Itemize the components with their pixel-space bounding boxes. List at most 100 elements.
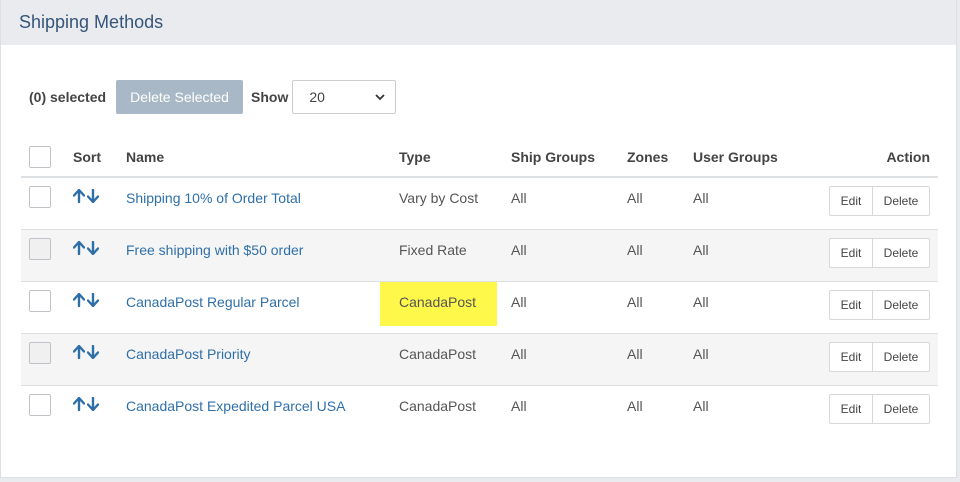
ship-groups-cell: All xyxy=(511,176,627,229)
sort-cell xyxy=(73,280,126,333)
arrow-up-icon[interactable] xyxy=(73,189,85,203)
panel-header: Shipping Methods xyxy=(1,0,956,45)
method-name-link[interactable]: Free shipping with $50 order xyxy=(126,242,303,258)
page-size-select[interactable]: 20 xyxy=(292,80,397,114)
sort-cell xyxy=(73,228,126,281)
page-size-value: 20 xyxy=(309,89,325,105)
select-all-cell xyxy=(21,137,73,178)
user-groups-cell: All xyxy=(693,384,813,437)
ship-groups-cell: All xyxy=(511,228,627,281)
row-select-cell xyxy=(21,384,73,437)
action-cell: Edit Delete xyxy=(813,280,938,333)
edit-button[interactable]: Edit xyxy=(830,394,873,423)
arrow-down-icon[interactable] xyxy=(87,189,99,203)
column-header-user-groups: User Groups xyxy=(693,137,813,178)
row-checkbox[interactable] xyxy=(29,186,51,208)
column-header-sort: Sort xyxy=(73,137,126,178)
zones-cell: All xyxy=(627,384,693,437)
table-row: CanadaPost Expedited Parcel USA CanadaPo… xyxy=(21,384,938,437)
arrow-up-icon[interactable] xyxy=(73,292,85,307)
arrow-up-icon[interactable] xyxy=(73,240,85,255)
table-row: Shipping 10% of Order Total Vary by Cost… xyxy=(21,176,938,229)
name-cell: CanadaPost Expedited Parcel USA xyxy=(126,384,399,437)
highlighted-type: CanadaPost xyxy=(380,281,498,326)
type-cell: Fixed Rate xyxy=(399,228,511,281)
zones-cell: All xyxy=(627,176,693,229)
arrow-down-icon[interactable] xyxy=(87,344,99,359)
action-cell: Edit Delete xyxy=(813,332,938,385)
sort-cell xyxy=(73,332,126,385)
select-all-checkbox[interactable] xyxy=(29,145,51,168)
row-select-cell xyxy=(21,280,73,333)
toolbar: (0) selected Delete Selected Show 20 xyxy=(29,80,397,114)
table-row: Free shipping with $50 order Fixed Rate … xyxy=(21,228,938,281)
page-title: Shipping Methods xyxy=(19,12,164,32)
column-header-zones: Zones xyxy=(627,137,693,178)
table-header-row: Sort Name Type Ship Groups Zones User Gr… xyxy=(21,137,938,178)
action-button-group: Edit Delete xyxy=(829,289,930,320)
sort-cell xyxy=(73,384,126,437)
edit-button[interactable]: Edit xyxy=(830,187,873,215)
action-button-group: Edit Delete xyxy=(829,237,930,268)
delete-button[interactable]: Delete xyxy=(873,239,929,267)
zones-cell: All xyxy=(627,280,693,333)
row-select-cell xyxy=(21,176,73,229)
delete-button[interactable]: Delete xyxy=(873,343,929,371)
edit-button[interactable]: Edit xyxy=(830,238,873,267)
table-row: CanadaPost Regular Parcel CanadaPost All… xyxy=(21,280,938,333)
row-checkbox[interactable] xyxy=(29,393,51,416)
action-cell: Edit Delete xyxy=(813,384,938,437)
method-name-link[interactable]: CanadaPost Priority xyxy=(126,346,251,362)
arrow-down-icon[interactable] xyxy=(87,396,99,411)
arrow-down-icon[interactable] xyxy=(87,240,99,255)
type-cell: Vary by Cost xyxy=(399,176,511,229)
action-cell: Edit Delete xyxy=(813,228,938,281)
action-cell: Edit Delete xyxy=(813,176,938,229)
user-groups-cell: All xyxy=(693,176,813,229)
method-name-link[interactable]: Shipping 10% of Order Total xyxy=(126,190,301,206)
column-header-name: Name xyxy=(126,137,399,178)
delete-selected-button[interactable]: Delete Selected xyxy=(116,80,244,114)
row-checkbox[interactable] xyxy=(29,341,51,364)
name-cell: Free shipping with $50 order xyxy=(126,228,399,281)
zones-cell: All xyxy=(627,228,693,281)
column-header-ship-groups: Ship Groups xyxy=(511,137,627,178)
ship-groups-cell: All xyxy=(511,384,627,437)
row-select-cell xyxy=(21,228,73,281)
method-name-link[interactable]: CanadaPost Expedited Parcel USA xyxy=(126,398,345,414)
user-groups-cell: All xyxy=(693,228,813,281)
shipping-methods-table: Sort Name Type Ship Groups Zones User Gr… xyxy=(21,137,938,437)
user-groups-cell: All xyxy=(693,332,813,385)
edit-button[interactable]: Edit xyxy=(830,342,873,371)
action-button-group: Edit Delete xyxy=(829,186,930,216)
row-checkbox[interactable] xyxy=(29,237,51,260)
action-button-group: Edit Delete xyxy=(829,341,930,372)
ship-groups-cell: All xyxy=(511,280,627,333)
type-cell: CanadaPost xyxy=(380,280,511,333)
delete-button[interactable]: Delete xyxy=(873,291,929,319)
delete-button[interactable]: Delete xyxy=(873,187,929,215)
ship-groups-cell: All xyxy=(511,332,627,385)
name-cell: CanadaPost Priority xyxy=(126,332,399,385)
edit-button[interactable]: Edit xyxy=(830,290,873,319)
sort-cell xyxy=(73,176,126,229)
name-cell: CanadaPost Regular Parcel xyxy=(126,280,399,333)
name-cell: Shipping 10% of Order Total xyxy=(126,176,399,229)
method-name-link[interactable]: CanadaPost Regular Parcel xyxy=(126,294,300,310)
column-header-action: Action xyxy=(813,137,938,178)
row-select-cell xyxy=(21,332,73,385)
arrow-up-icon[interactable] xyxy=(73,396,85,411)
table-row: CanadaPost Priority CanadaPost All All A… xyxy=(21,332,938,385)
shipping-methods-panel: Shipping Methods (0) selected Delete Sel… xyxy=(0,0,957,478)
selected-count: (0) selected xyxy=(29,89,107,105)
type-cell: CanadaPost xyxy=(399,332,511,385)
delete-button[interactable]: Delete xyxy=(873,395,929,423)
column-header-type: Type xyxy=(399,137,511,178)
chevron-down-icon xyxy=(375,93,386,100)
show-label: Show xyxy=(251,89,289,105)
user-groups-cell: All xyxy=(693,280,813,333)
action-button-group: Edit Delete xyxy=(829,393,930,424)
row-checkbox[interactable] xyxy=(29,289,51,312)
arrow-up-icon[interactable] xyxy=(73,344,85,359)
arrow-down-icon[interactable] xyxy=(87,292,99,307)
